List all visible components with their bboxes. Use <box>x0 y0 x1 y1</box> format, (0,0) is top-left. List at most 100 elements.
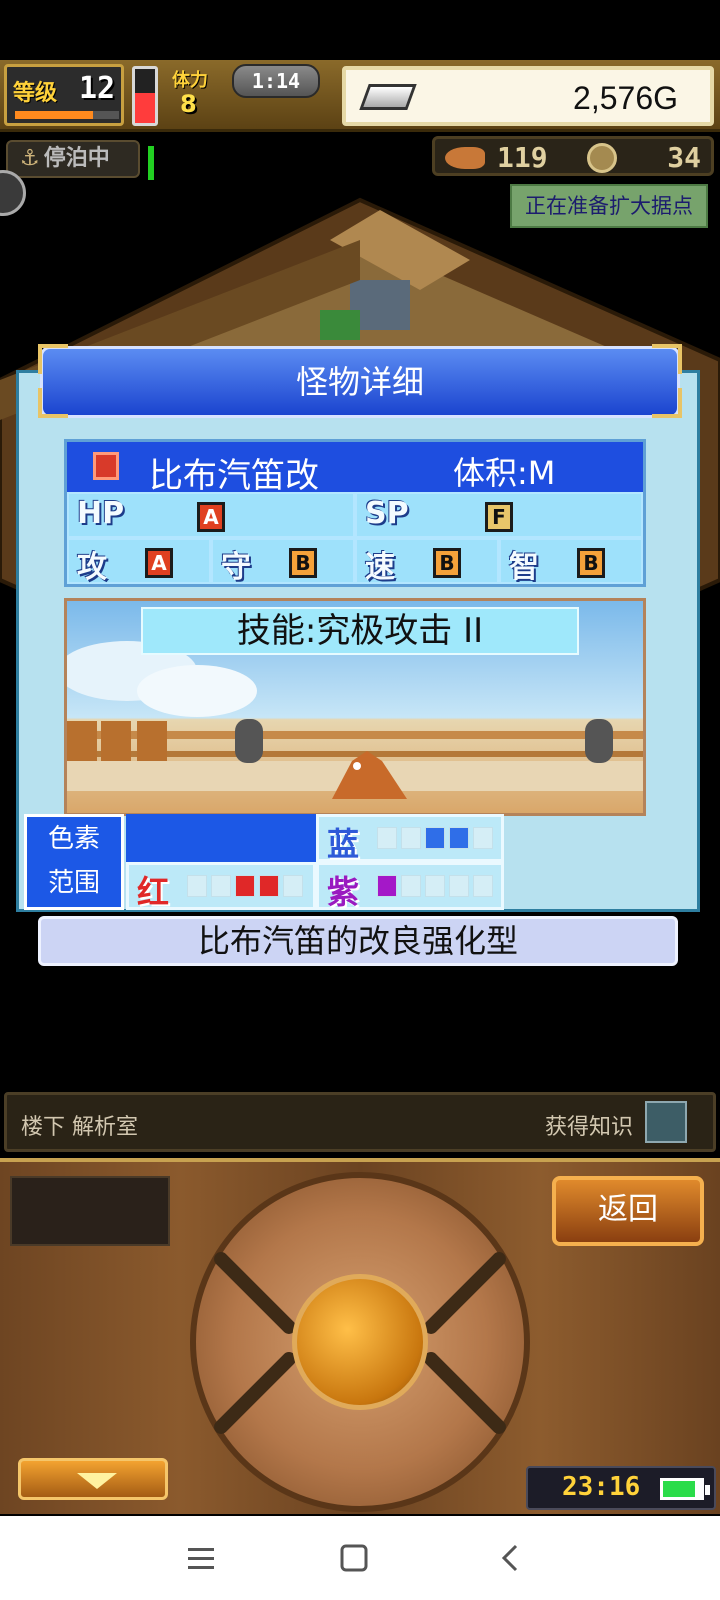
dpad-center-button[interactable] <box>292 1274 428 1410</box>
level-box: 等级 12 <box>4 64 124 126</box>
stat-grade: A <box>145 548 173 578</box>
monster-name: 比布汽笛改 <box>149 456 319 496</box>
stat-grade: A <box>197 502 225 532</box>
stat-row-hp-sp: HP A SP F <box>67 492 643 538</box>
stat-grade: B <box>289 548 317 578</box>
resource-bar: 119 34 <box>432 136 714 176</box>
battery-fill <box>663 1481 696 1497</box>
stat-attack: 攻 A <box>67 538 211 585</box>
pigment-range-label: 色素 范围 <box>24 814 124 910</box>
pigment-label-line1: 色素 <box>47 824 100 854</box>
pigment-slot <box>377 827 397 849</box>
system-nav-bar <box>0 1516 720 1600</box>
pigment-label: 蓝 <box>327 825 360 863</box>
pigment-slots <box>377 827 493 849</box>
pigment-red: 红 <box>126 862 316 911</box>
pigment-slot <box>401 875 421 897</box>
level-progress-bar <box>15 111 119 119</box>
monster-size: 体积:M <box>453 454 556 492</box>
stat-sp: SP F <box>355 492 643 538</box>
dock-indicator <box>148 146 154 180</box>
panel-corner-ornament <box>38 344 68 374</box>
pigment-slot <box>473 875 493 897</box>
coin-icon <box>587 143 617 173</box>
stat-label: 智 <box>509 550 539 585</box>
location-bar: 楼下 解析室 获得知识 <box>4 1092 716 1152</box>
pigment-slot <box>187 875 207 897</box>
pigment-slot <box>401 827 421 849</box>
location-text: 楼下 解析室 <box>21 1115 138 1140</box>
stat-label: SP <box>365 496 409 531</box>
stamina-value: 8 <box>180 90 197 118</box>
skill-preview: 技能:究极攻击 II <box>64 598 646 816</box>
silver-bar-icon <box>359 84 417 110</box>
game-clock: 1:14 <box>232 64 320 98</box>
stat-row-abilities: 攻 A 守 B 速 B 智 B <box>67 538 643 585</box>
dpad-divider <box>421 1249 509 1337</box>
fire-element-icon <box>93 452 119 480</box>
dpad-divider <box>421 1349 509 1437</box>
pigment-slots <box>187 875 303 897</box>
pigment-slot <box>449 827 469 849</box>
device-status: 23:16 <box>526 1466 716 1510</box>
back-nav-icon[interactable] <box>490 1540 530 1576</box>
stat-label: 攻 <box>77 550 107 585</box>
pigment-slot <box>235 875 255 897</box>
skill-label: 技能:究极攻击 II <box>141 607 579 655</box>
stat-defense: 守 B <box>211 538 355 585</box>
pigment-slot <box>449 875 469 897</box>
stats-table: 比布汽笛改 体积:M HP A SP F 攻 A 守 B 速 B 智 B <box>64 439 646 587</box>
panel-title: 怪物详细 <box>40 346 680 418</box>
menu-down-button[interactable] <box>18 1458 168 1500</box>
stamina-label: 体力 <box>172 70 208 91</box>
pigment-spacer <box>126 814 316 864</box>
stat-label: 速 <box>365 550 395 585</box>
hp-gauge-fill <box>135 93 155 123</box>
pigment-slot <box>259 875 279 897</box>
mini-display <box>10 1176 170 1246</box>
monster-title-row: 比布汽笛改 体积:M <box>67 442 643 496</box>
stat-label: HP <box>77 496 125 531</box>
stat-grade: F <box>485 502 513 532</box>
pigment-slot <box>377 875 397 897</box>
stat-hp: HP A <box>67 492 355 538</box>
level-value: 12 <box>79 71 116 106</box>
pigment-purple: 紫 <box>316 862 504 911</box>
hp-gauge <box>132 66 158 126</box>
battery-icon <box>660 1478 710 1500</box>
chevron-down-icon <box>77 1473 117 1489</box>
battery-cap <box>705 1485 710 1495</box>
monster-description: 比布汽笛的改良强化型 <box>38 916 678 966</box>
pigment-slot <box>473 827 493 849</box>
gold-value: 2,576G <box>573 80 678 116</box>
home-icon[interactable] <box>334 1540 374 1576</box>
device-time: 23:16 <box>562 1472 641 1502</box>
pigment-slots <box>377 875 493 897</box>
pigment-label: 红 <box>137 873 170 911</box>
dpad[interactable] <box>190 1172 530 1512</box>
level-progress-fill <box>15 111 93 119</box>
fish-count: 119 <box>497 141 548 174</box>
stat-grade: B <box>433 548 461 578</box>
pigment-label-line2: 范围 <box>47 868 100 898</box>
dock-status-label: 停泊中 <box>43 146 110 171</box>
level-label: 等级 <box>13 81 58 106</box>
panel-corner-ornament <box>652 388 682 418</box>
pigment-slot <box>283 875 303 897</box>
stat-speed: 速 B <box>355 538 499 585</box>
magnifier-icon[interactable] <box>645 1101 687 1143</box>
knowledge-label: 获得知识 <box>544 1115 633 1140</box>
coin-count: 34 <box>667 141 701 174</box>
anchor-icon: ⚓ <box>20 146 40 171</box>
stat-label: 守 <box>221 550 251 585</box>
pigment-slot <box>425 875 445 897</box>
menu-icon[interactable] <box>182 1540 222 1576</box>
panel-corner-ornament <box>652 344 682 374</box>
pigment-slot <box>425 827 445 849</box>
dpad-divider <box>211 1249 299 1337</box>
panel-corner-ornament <box>38 388 68 418</box>
stat-intelligence: 智 B <box>499 538 643 585</box>
dpad-divider <box>211 1349 299 1437</box>
gold-display: 2,576G <box>342 66 714 126</box>
back-button[interactable]: 返回 <box>552 1176 704 1246</box>
